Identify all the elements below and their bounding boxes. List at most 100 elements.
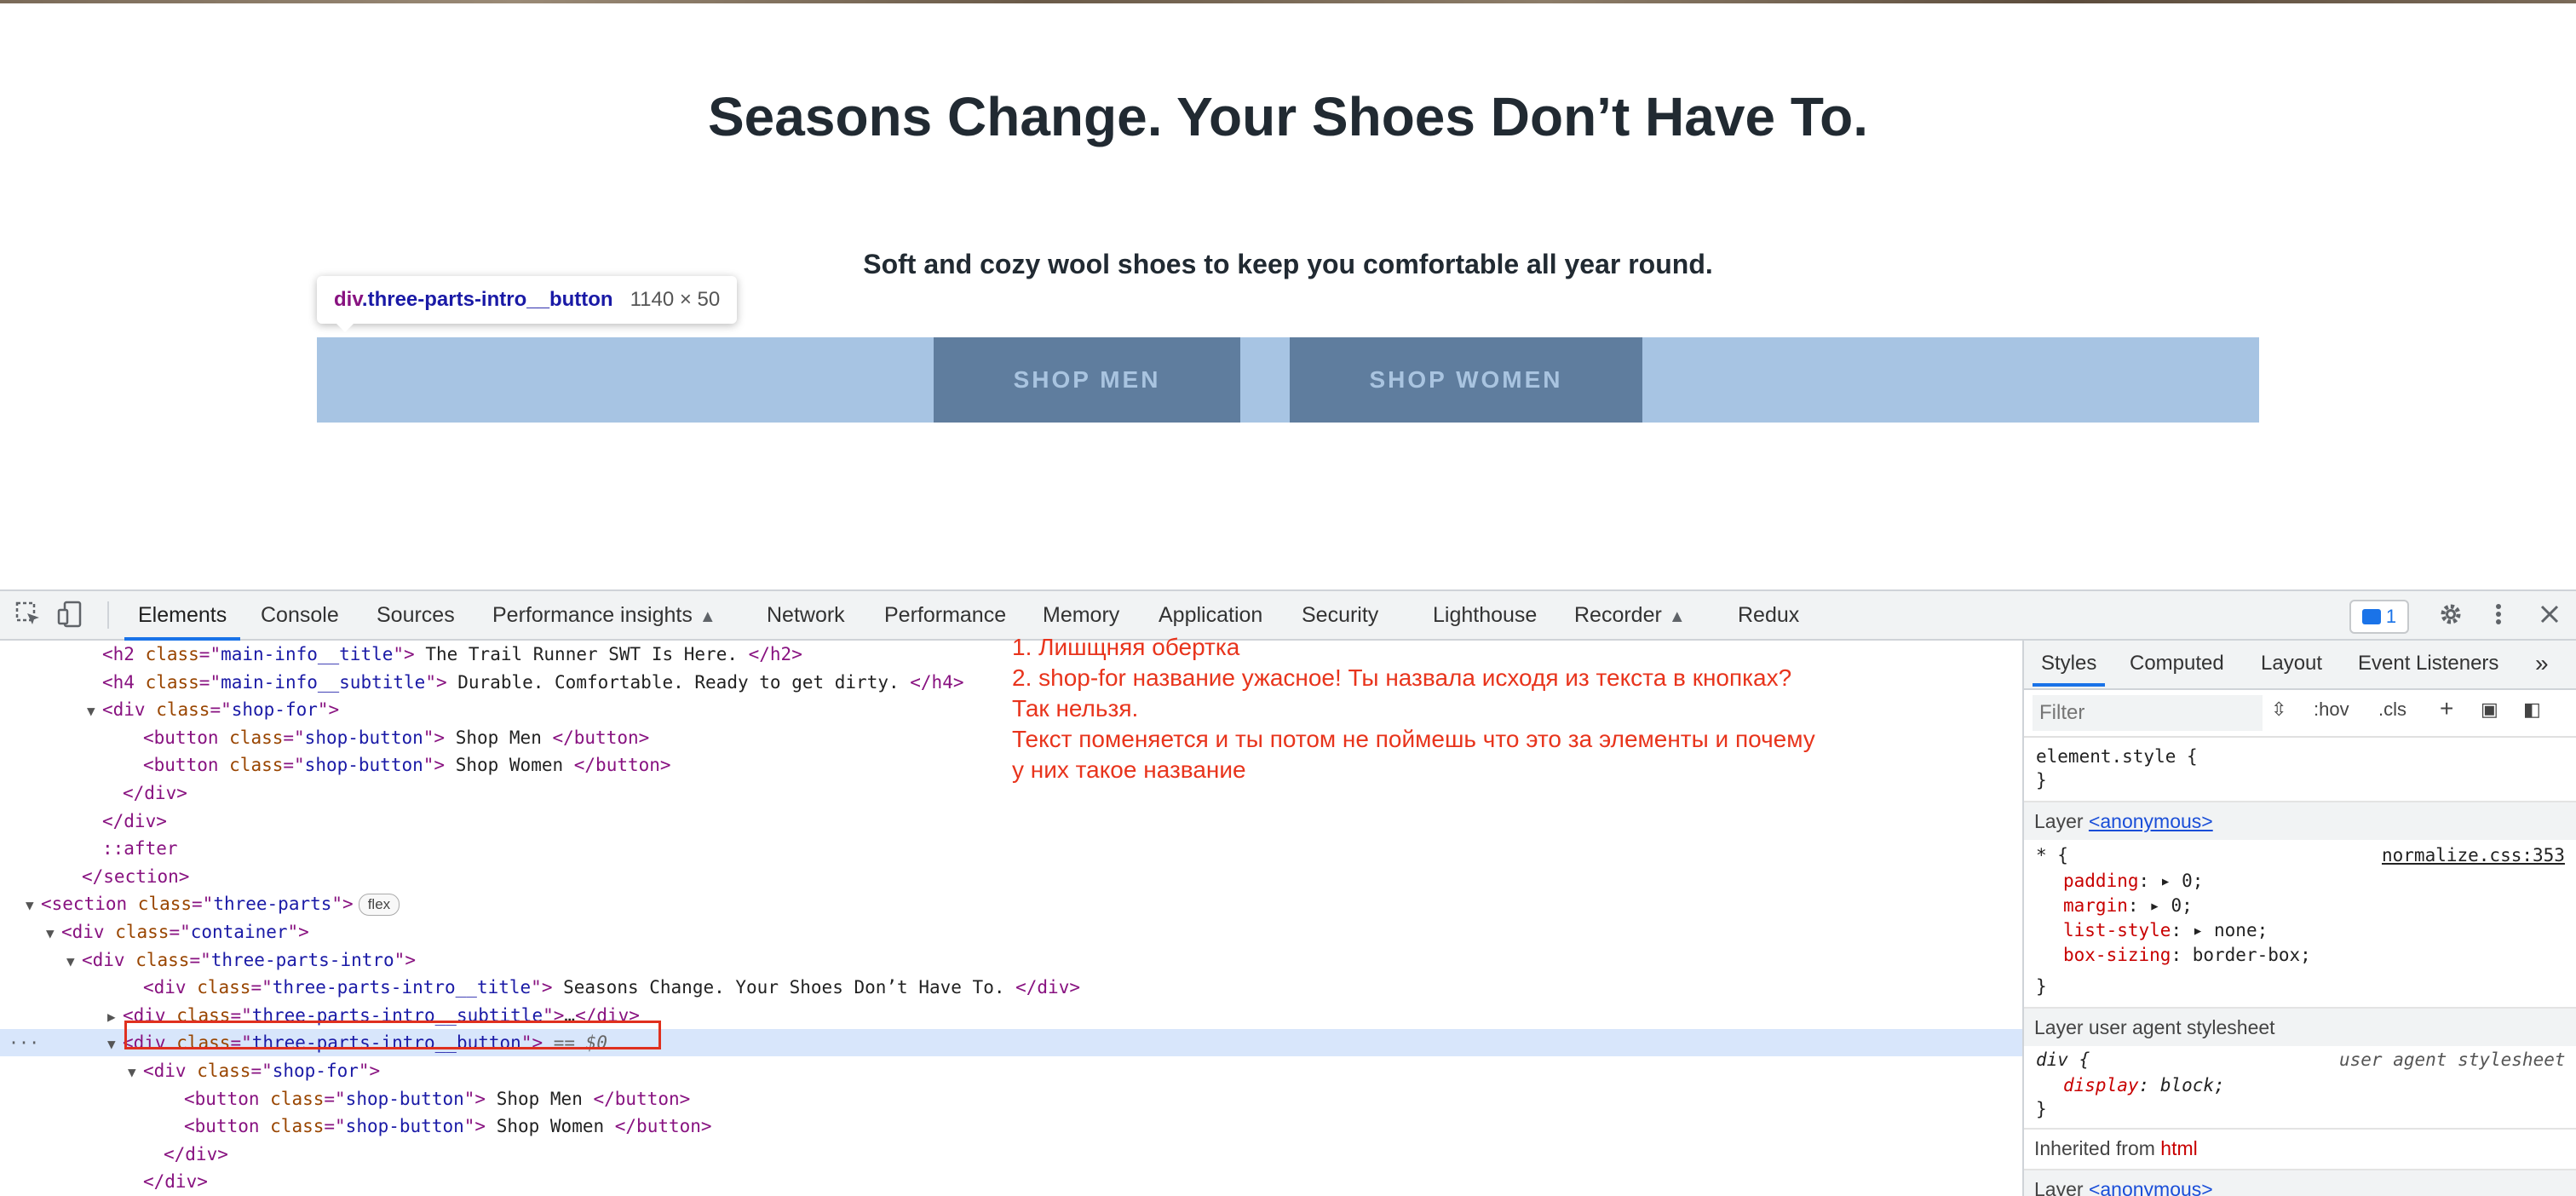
more-tabs-chevron-icon[interactable]: » bbox=[2535, 641, 2549, 687]
dom-token: class bbox=[115, 922, 170, 942]
dom-token: three-parts-intro bbox=[210, 949, 394, 970]
dom-token: "> bbox=[463, 1088, 486, 1109]
dom-node-line[interactable]: <button class="shop-button"> Shop Women … bbox=[0, 1113, 2022, 1140]
collapse-triangle-icon[interactable]: ▼ bbox=[26, 892, 41, 919]
layer-anonymous-link[interactable]: <anonymous> bbox=[2089, 810, 2213, 832]
cls-button[interactable]: .cls bbox=[2378, 699, 2406, 721]
tab-performance[interactable]: Performance bbox=[884, 591, 1006, 639]
tab-recorder-label: Recorder bbox=[1574, 603, 1662, 627]
dom-node-line[interactable]: ▼ <section class="three-parts"> flex bbox=[0, 890, 2022, 917]
dom-token: "> bbox=[423, 755, 446, 776]
hov-button[interactable]: :hov bbox=[2314, 699, 2349, 721]
page-top-strip bbox=[0, 0, 2576, 3]
inherited-tag[interactable]: html bbox=[2160, 1137, 2197, 1159]
layer-anonymous-header-2: Layer <anonymous> bbox=[2024, 1170, 2576, 1196]
dom-token: </div> bbox=[164, 1143, 228, 1164]
dom-node-line[interactable]: ▼ <div class="three-parts-intro"> bbox=[0, 946, 2022, 974]
inspect-element-icon[interactable] bbox=[14, 600, 43, 629]
tab-elements[interactable]: Elements bbox=[124, 591, 241, 641]
tab-computed[interactable]: Computed bbox=[2130, 641, 2224, 687]
css-property[interactable]: margin: ▸ 0; bbox=[2063, 895, 2193, 916]
flex-badge[interactable]: flex bbox=[358, 894, 400, 917]
dom-node-line[interactable]: ▼ <div class="shop-for"> bbox=[0, 1057, 2022, 1084]
css-property[interactable]: box-sizing: border-box; bbox=[2063, 945, 2311, 965]
issues-badge[interactable]: 1 bbox=[2349, 600, 2409, 634]
dom-node-line[interactable]: </section> bbox=[0, 863, 2022, 890]
expand-triangle-icon[interactable]: ▶ bbox=[107, 1003, 123, 1031]
ua-selector[interactable]: div { bbox=[2036, 1049, 2090, 1070]
dom-token: </h2> bbox=[748, 644, 802, 664]
tab-layout[interactable]: Layout bbox=[2261, 641, 2322, 687]
layer-anonymous-link[interactable]: <anonymous> bbox=[2089, 1178, 2213, 1196]
collapse-triangle-icon[interactable]: ▼ bbox=[66, 948, 82, 975]
dom-token: Shop Women bbox=[486, 1116, 615, 1137]
review-comment: 1. Лишщняя обертка 2. shop-for название у… bbox=[1012, 632, 1915, 785]
close-icon[interactable] bbox=[2535, 600, 2564, 629]
dom-token: </div> bbox=[1015, 977, 1080, 998]
dom-token: Shop Women bbox=[445, 755, 574, 776]
layer-label: Layer bbox=[2034, 810, 2089, 832]
node-more-icon[interactable]: ··· bbox=[9, 1029, 39, 1056]
dom-token: shop-button bbox=[345, 1116, 464, 1137]
ua-prop-value: block bbox=[2159, 1075, 2215, 1095]
tab-console[interactable]: Console bbox=[261, 591, 339, 639]
toolbar-divider bbox=[107, 601, 109, 629]
rule-source-link[interactable]: normalize.css:353 bbox=[2382, 845, 2565, 865]
annotation-highlight-box bbox=[124, 1021, 661, 1049]
dom-token: <div bbox=[143, 977, 198, 998]
toggle-rendering-icon[interactable]: ⇳ bbox=[2271, 699, 2286, 721]
tooltip-class: .three-parts-intro__button bbox=[361, 288, 613, 311]
dom-token: <button bbox=[184, 1116, 271, 1137]
computed-styles-icon[interactable]: ▣ bbox=[2481, 699, 2498, 721]
dom-node-line[interactable]: </div> bbox=[0, 808, 2022, 835]
tab-performance-insights[interactable]: Performance insights ▲ bbox=[492, 591, 716, 639]
dom-node-line[interactable]: </div> bbox=[0, 1168, 2022, 1195]
toggle-sidebar-icon[interactable]: ◧ bbox=[2523, 699, 2541, 721]
dom-token: <button bbox=[143, 727, 230, 748]
css-property[interactable]: list-style: ▸ none; bbox=[2063, 920, 2268, 940]
review-comment-line: 1. Лишщняя обертка bbox=[1012, 634, 1240, 660]
css-property-value: none; bbox=[2214, 920, 2268, 940]
inherited-from-header: Inherited from html bbox=[2024, 1130, 2576, 1167]
tab-network[interactable]: Network bbox=[767, 591, 845, 639]
page-title: Seasons Change. Your Shoes Don’t Have To… bbox=[707, 86, 1869, 147]
ua-prop: display: block; bbox=[2063, 1075, 2225, 1095]
styles-tabbar: Styles Computed Layout Event Listeners » bbox=[2024, 641, 2576, 690]
shop-men-button[interactable]: SHOP MEN bbox=[934, 337, 1240, 423]
tab-styles[interactable]: Styles bbox=[2032, 641, 2106, 687]
settings-gear-icon[interactable] bbox=[2436, 600, 2465, 629]
dom-token: main-info__title bbox=[221, 644, 394, 664]
element-style-selector[interactable]: element.style { bbox=[2036, 746, 2198, 767]
tab-event-listeners[interactable]: Event Listeners bbox=[2358, 641, 2498, 687]
rule-close: } bbox=[2036, 976, 2047, 997]
dom-node-line[interactable]: ::after bbox=[0, 835, 2022, 862]
dom-token: class bbox=[156, 699, 210, 721]
new-rule-icon[interactable]: + bbox=[2440, 695, 2453, 722]
device-toolbar-icon[interactable] bbox=[56, 600, 85, 629]
dom-token: </button> bbox=[614, 1116, 712, 1137]
ua-source: user agent stylesheet bbox=[2339, 1049, 2566, 1070]
collapse-triangle-icon[interactable]: ▼ bbox=[46, 920, 61, 947]
css-property[interactable]: padding: ▸ 0; bbox=[2063, 871, 2203, 891]
dom-token: class bbox=[270, 1088, 325, 1109]
dom-node-line[interactable]: </div> bbox=[0, 1141, 2022, 1168]
shop-women-button[interactable]: SHOP WOMEN bbox=[1290, 337, 1642, 423]
dom-token: "> bbox=[425, 671, 447, 693]
dom-node-line[interactable]: ▼ <div class="container"> bbox=[0, 918, 2022, 946]
collapse-triangle-icon[interactable]: ▼ bbox=[87, 698, 102, 725]
dom-node-line[interactable]: <div class="three-parts-intro__title"> S… bbox=[0, 974, 2022, 1001]
dom-token: =" bbox=[169, 922, 191, 942]
dom-node-line[interactable]: <button class="shop-button"> Shop Men </… bbox=[0, 1085, 2022, 1113]
tab-sources[interactable]: Sources bbox=[377, 591, 455, 639]
layer-ua-header: Layer user agent stylesheet bbox=[2024, 1009, 2576, 1046]
collapse-triangle-icon[interactable]: ▼ bbox=[128, 1059, 143, 1086]
dom-token: </section> bbox=[82, 865, 190, 887]
dom-token: ::after bbox=[102, 838, 178, 860]
more-options-icon[interactable] bbox=[2484, 600, 2513, 629]
dom-token: =" bbox=[283, 727, 305, 748]
experimental-flask-icon: ▲ bbox=[699, 607, 716, 626]
rule-selector[interactable]: * { bbox=[2036, 845, 2068, 865]
collapse-triangle-icon[interactable]: ▼ bbox=[107, 1031, 123, 1058]
dom-token: "> bbox=[393, 644, 415, 664]
styles-filter-input[interactable] bbox=[2033, 695, 2263, 731]
